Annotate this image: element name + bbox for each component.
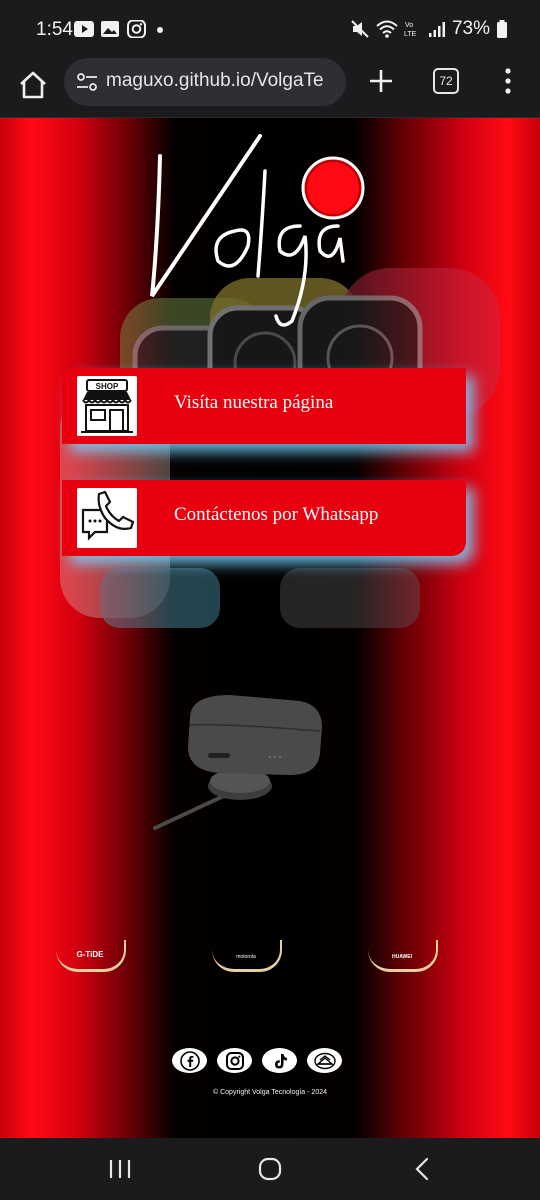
instagram-icon <box>127 20 146 38</box>
gallery-icon <box>101 21 119 37</box>
brand-gtide-label: G-TiDE <box>76 950 104 959</box>
status-right: Vo LTE 73% <box>350 18 508 40</box>
url-text[interactable]: maguxo.github.io/VolgaTe <box>106 70 340 92</box>
notification-icons <box>74 20 172 38</box>
more-menu-icon[interactable] <box>500 66 516 96</box>
brand-gtide[interactable]: G-TiDE <box>56 940 126 972</box>
battery-percent: 73% <box>451 18 490 39</box>
svg-text:SHOP: SHOP <box>96 382 119 391</box>
svg-text:Vo: Vo <box>405 22 413 29</box>
whatsapp-label: Contáctenos por Whatsapp <box>174 504 379 525</box>
earbuds-case-image <box>153 695 322 830</box>
back-nav-icon[interactable] <box>412 1157 432 1181</box>
mute-icon <box>351 20 369 38</box>
instagram-icon[interactable] <box>217 1048 252 1073</box>
brand-huawei[interactable]: HUAWEI <box>368 940 438 972</box>
home-icon[interactable] <box>16 68 50 102</box>
recent-apps-icon[interactable] <box>108 1158 132 1180</box>
address-bar[interactable]: maguxo.github.io/VolgaTe <box>64 58 346 106</box>
dot-icon <box>157 27 163 33</box>
new-tab-icon[interactable] <box>366 66 396 96</box>
brand-motorola[interactable]: motorola <box>212 940 282 972</box>
home-nav-icon[interactable] <box>258 1157 282 1181</box>
visit-page-link[interactable]: SHOP Visíta nuestra página <box>62 368 466 444</box>
battery-icon <box>497 20 507 38</box>
brand-motorola-label: motorola <box>236 954 256 960</box>
wifi-icon <box>376 20 398 38</box>
svg-text:LTE: LTE <box>404 31 417 38</box>
facebook-icon[interactable] <box>172 1048 207 1073</box>
browser-toolbar: maguxo.github.io/VolgaTe 72 <box>0 58 540 118</box>
volte-icon: Vo LTE <box>404 22 417 38</box>
site-settings-icon[interactable] <box>76 72 98 92</box>
social-links <box>172 1048 342 1073</box>
visit-page-label: Visíta nuestra página <box>174 392 334 413</box>
signal-icon <box>428 22 445 37</box>
system-nav-bar <box>0 1138 540 1200</box>
whatsapp-contact-link[interactable]: Contáctenos por Whatsapp <box>62 480 466 556</box>
phone-icon <box>77 488 137 548</box>
status-time: 1:54 <box>36 19 73 40</box>
volga-logo <box>150 134 365 327</box>
tiktok-icon[interactable] <box>262 1048 297 1073</box>
status-bar: 1:54 Vo LTE 73% <box>0 0 540 58</box>
tab-switcher-button[interactable]: 72 <box>433 68 459 94</box>
web-page: SHOP Visíta nuestra página Contáctenos p… <box>0 118 540 1138</box>
shop-icon: SHOP <box>77 376 137 436</box>
email-icon[interactable] <box>307 1048 342 1073</box>
brand-huawei-label: HUAWEI <box>392 954 412 960</box>
copyright-text: © Copyright Volga Tecnología - 2024 <box>213 1089 327 1096</box>
youtube-icon <box>74 21 94 37</box>
